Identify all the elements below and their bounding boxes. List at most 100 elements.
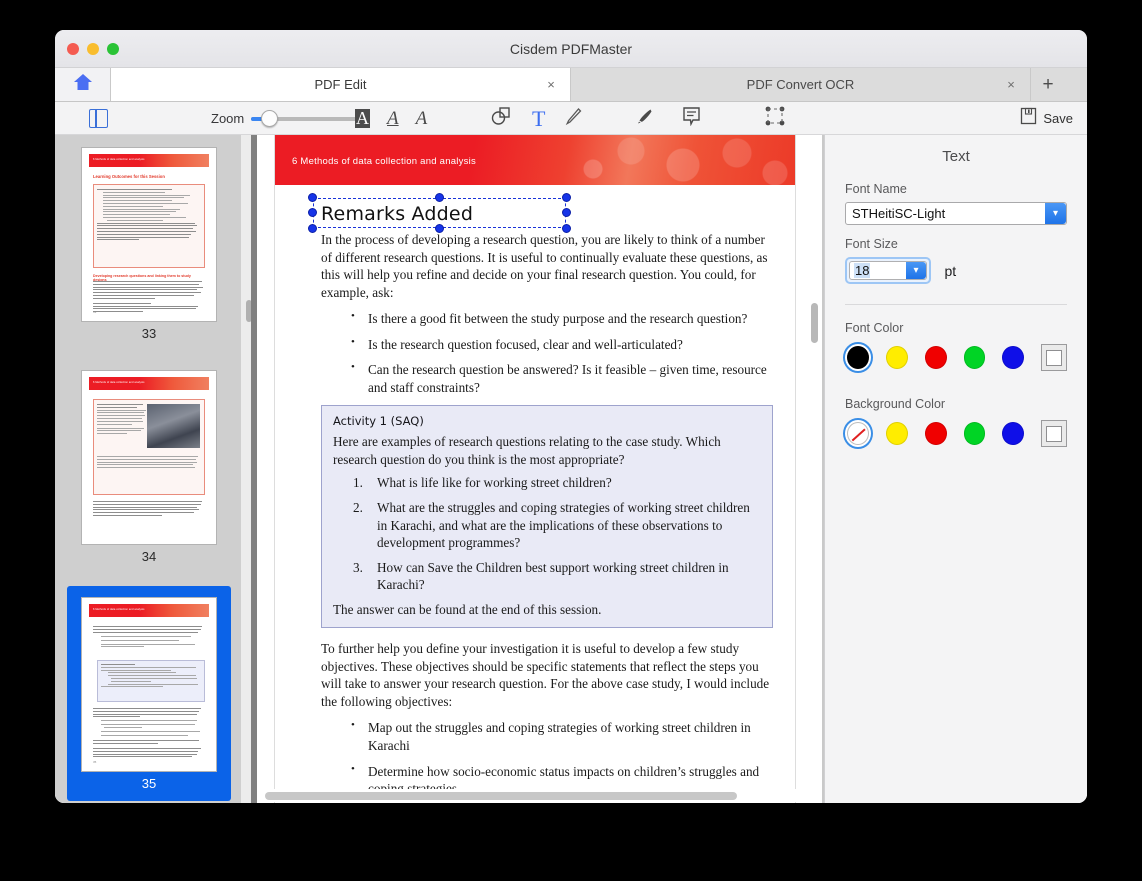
resize-handle-middle-left[interactable] bbox=[308, 208, 317, 217]
background-color-custom-picker[interactable] bbox=[1041, 420, 1067, 447]
window-title: Cisdem PDFMaster bbox=[509, 41, 633, 57]
font-name-select[interactable]: STHeitiSC-Light ▾ bbox=[845, 202, 1067, 225]
mini-body-lines bbox=[93, 501, 205, 518]
select-text-icon[interactable]: A bbox=[355, 109, 370, 128]
banner-photo bbox=[565, 135, 795, 185]
page-thumbnail-pane[interactable]: 6 Methods of data collection and analysi… bbox=[55, 135, 241, 803]
font-size-select[interactable]: 18 ▾ bbox=[849, 261, 927, 280]
pdf-viewer[interactable]: 6 Methods of data collection and analysi… bbox=[257, 135, 822, 803]
plus-icon: + bbox=[1042, 74, 1054, 95]
mini-photo bbox=[147, 404, 200, 448]
panel-title: Text bbox=[942, 148, 970, 165]
resize-handle-top-right[interactable] bbox=[562, 193, 571, 202]
text-tool-icon[interactable]: T bbox=[532, 107, 545, 130]
desktop-background: Cisdem PDFMaster PDF Edit × PDF Convert … bbox=[0, 0, 1142, 881]
main-content-area: 6 Methods of data collection and analysi… bbox=[55, 135, 1087, 803]
vertical-scrollbar-thumb[interactable] bbox=[811, 303, 818, 343]
close-icon[interactable]: × bbox=[1004, 78, 1018, 92]
font-color-label: Font Color bbox=[845, 321, 904, 335]
crop-icon[interactable] bbox=[765, 106, 785, 131]
zoom-label: Zoom bbox=[211, 111, 245, 126]
resize-handle-bottom-center[interactable] bbox=[434, 224, 444, 233]
sidebar-splitter[interactable] bbox=[241, 135, 257, 803]
app-window: Cisdem PDFMaster PDF Edit × PDF Convert … bbox=[55, 30, 1087, 803]
floppy-disk-icon bbox=[1020, 107, 1037, 130]
thumbnail-page-34[interactable]: 6 Methods of data collection and analysi… bbox=[67, 363, 231, 571]
mini-banner: 6 Methods of data collection and analysi… bbox=[89, 604, 209, 617]
text-selection-box[interactable] bbox=[308, 193, 571, 233]
zoom-slider[interactable] bbox=[251, 109, 370, 127]
background-color-none[interactable] bbox=[847, 422, 869, 445]
custom-color-preview bbox=[1046, 425, 1063, 442]
thumbnail-list: 6 Methods of data collection and analysi… bbox=[55, 135, 241, 803]
viewer-vertical-scrollbar[interactable] bbox=[810, 135, 819, 803]
mini-body-lines bbox=[93, 626, 205, 649]
signature-pen-icon[interactable] bbox=[635, 107, 654, 131]
background-color-yellow[interactable] bbox=[885, 422, 908, 445]
italic-text-icon[interactable]: A bbox=[416, 108, 428, 130]
list-item: Can the research question be answered? I… bbox=[351, 360, 773, 396]
font-color-red[interactable] bbox=[924, 346, 947, 369]
zoom-slider-handle[interactable] bbox=[261, 109, 279, 127]
thumbnail-page-35[interactable]: 6 Methods of data collection and analysi… bbox=[67, 586, 231, 801]
thumbnail-page-33[interactable]: 6 Methods of data collection and analysi… bbox=[67, 140, 231, 348]
mini-body-lines bbox=[93, 281, 205, 314]
activity-intro: Here are examples of research questions … bbox=[333, 434, 721, 467]
font-color-yellow[interactable] bbox=[885, 346, 908, 369]
tab-pdf-edit[interactable]: PDF Edit × bbox=[111, 68, 571, 101]
background-color-red[interactable] bbox=[924, 422, 947, 445]
tab-pdf-convert-ocr[interactable]: PDF Convert OCR × bbox=[571, 68, 1031, 101]
mini-case-box bbox=[93, 399, 205, 495]
background-color-label: Background Color bbox=[845, 397, 946, 411]
zoom-control: Zoom bbox=[211, 102, 370, 135]
custom-color-preview bbox=[1046, 349, 1063, 366]
viewer-horizontal-scrollbar[interactable] bbox=[257, 789, 822, 802]
font-size-field-focus-ring: 18 ▾ bbox=[845, 257, 931, 284]
close-icon[interactable]: × bbox=[544, 78, 558, 92]
mini-banner-text: 6 Methods of data collection and analysi… bbox=[93, 381, 145, 384]
objectives-paragraph: To further help you define your investig… bbox=[321, 641, 770, 709]
background-color-blue[interactable] bbox=[1002, 422, 1025, 445]
horizontal-scrollbar-thumb[interactable] bbox=[265, 792, 737, 800]
resize-handle-bottom-right[interactable] bbox=[562, 224, 571, 233]
background-color-green[interactable] bbox=[963, 422, 986, 445]
font-color-black[interactable] bbox=[847, 346, 869, 369]
font-size-value[interactable]: 18 bbox=[854, 263, 871, 278]
pdf-page[interactable]: 6 Methods of data collection and analysi… bbox=[274, 135, 796, 803]
chevron-down-icon[interactable]: ▾ bbox=[1045, 203, 1066, 224]
tab-label: PDF Convert OCR bbox=[746, 77, 855, 92]
thumbnail-page-label: 33 bbox=[141, 326, 157, 341]
main-toolbar: Zoom A A A T Save bbox=[55, 102, 1087, 135]
resize-handle-bottom-left[interactable] bbox=[308, 224, 317, 233]
intro-bullet-list: Is there a good fit between the study pu… bbox=[321, 309, 773, 396]
home-tab-button[interactable] bbox=[55, 68, 111, 101]
window-titlebar: Cisdem PDFMaster bbox=[55, 30, 1087, 68]
list-item: Is the research question focused, clear … bbox=[351, 335, 773, 354]
thumbnail-preview: 6 Methods of data collection and analysi… bbox=[81, 370, 217, 545]
mini-banner-text: 6 Methods of data collection and analysi… bbox=[93, 608, 145, 611]
pdf-text-content: Remarks Added In the process of developi… bbox=[275, 185, 795, 803]
font-color-blue[interactable] bbox=[1002, 346, 1025, 369]
shape-icon[interactable] bbox=[490, 106, 512, 131]
list-item: Map out the struggles and coping strateg… bbox=[351, 718, 773, 754]
thumbnail-preview: 6 Methods of data collection and analysi… bbox=[81, 597, 217, 772]
font-color-custom-picker[interactable] bbox=[1041, 344, 1067, 371]
font-color-green[interactable] bbox=[963, 346, 986, 369]
resize-handle-top-left[interactable] bbox=[308, 193, 317, 202]
chevron-down-icon[interactable]: ▾ bbox=[906, 262, 926, 279]
intro-paragraph: In the process of developing a research … bbox=[321, 232, 768, 300]
activity-title: Activity 1 (SAQ) bbox=[333, 414, 424, 429]
save-button[interactable]: Save bbox=[1020, 102, 1073, 135]
pencil-icon[interactable] bbox=[565, 107, 582, 131]
resize-handle-top-center[interactable] bbox=[434, 193, 444, 202]
thumbnail-page-label: 35 bbox=[141, 776, 157, 791]
activity-box: Activity 1 (SAQ) Here are examples of re… bbox=[321, 405, 773, 629]
underline-text-icon[interactable]: A bbox=[387, 108, 399, 130]
text-properties-panel: Text Font Name STHeitiSC-Light ▾ Font Si… bbox=[824, 135, 1087, 803]
sidebar-toggle-icon[interactable] bbox=[89, 109, 108, 128]
resize-handle-middle-right[interactable] bbox=[562, 208, 571, 217]
panel-divider bbox=[845, 304, 1067, 305]
comment-icon[interactable] bbox=[682, 106, 701, 131]
add-tab-button[interactable]: + bbox=[1031, 68, 1065, 101]
mini-page-number: 33 bbox=[93, 310, 97, 314]
